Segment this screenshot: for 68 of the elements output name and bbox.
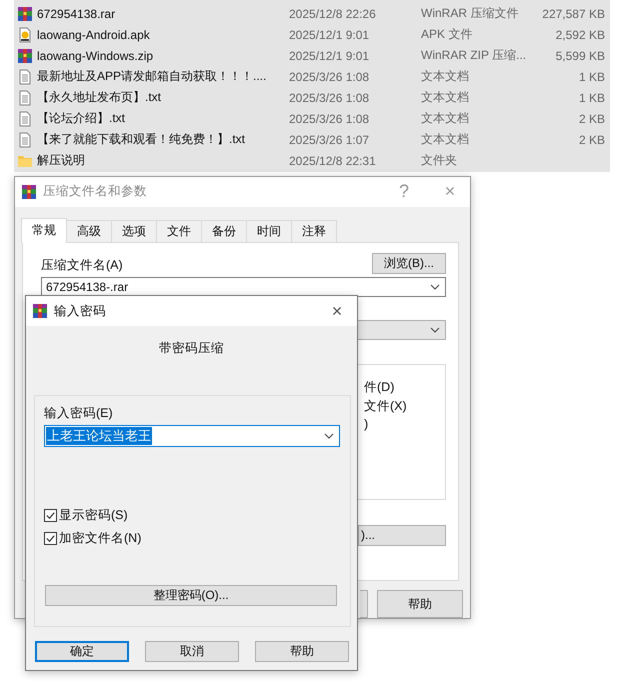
field-label: 压缩文件名(A) [41, 256, 123, 274]
dialog-button[interactable]: 确定 [35, 641, 129, 662]
file-name: 【论坛介绍】.txt [37, 110, 126, 127]
file-date: 2025/12/8 22:26 [289, 6, 377, 20]
tab[interactable]: 常规 [21, 218, 67, 243]
android-package-icon [17, 26, 33, 42]
file-name: 最新地址及APP请发邮箱自动获取！！！.... [37, 68, 268, 85]
option-label: 文件(X) [363, 398, 408, 415]
archive-books-icon [17, 6, 33, 22]
file-date: 2025/12/1 9:01 [289, 28, 370, 42]
dialog-heading: 带密码压缩 [158, 340, 225, 357]
option-label: ) [363, 416, 370, 433]
checkbox[interactable] [44, 509, 57, 522]
text-document-icon [17, 68, 33, 84]
file-name: 【来了就能下载和观看！纯免费！】.txt [37, 131, 246, 148]
archive-books-icon [32, 303, 48, 319]
filename-combo[interactable]: 672954138-.rar [41, 276, 446, 297]
file-name: 解压说明 [37, 152, 86, 169]
file-date: 2025/12/1 9:01 [289, 48, 370, 62]
text-document-icon [17, 132, 33, 148]
file-name: laowang-Android.apk [37, 28, 151, 42]
archive-books-icon [21, 184, 37, 200]
file-type: 文件夹 [421, 152, 458, 169]
dropdown-field[interactable] [357, 320, 446, 340]
checkbox-label: 加密文件名(N) [59, 530, 142, 547]
file-name: laowang-Windows.zip [37, 48, 154, 62]
file-type: WinRAR 压缩文件 [421, 5, 520, 22]
file-size: 2,592 KB [554, 28, 605, 42]
file-size: 227,587 KB [541, 6, 605, 20]
file-date: 2025/12/8 22:31 [289, 154, 377, 168]
file-type: 文本文档 [421, 110, 470, 127]
partial-button[interactable]: )... [358, 524, 446, 546]
file-size: 1 KB [578, 70, 605, 84]
window-title: 压缩文件名和参数 [43, 183, 148, 200]
file-name: 672954138.rar [37, 6, 116, 20]
dialog-button[interactable]: 帮助 [255, 641, 349, 662]
file-date: 2025/3/26 1:08 [289, 112, 370, 126]
file-type: APK 文件 [421, 26, 474, 43]
checkbox[interactable] [44, 532, 57, 545]
check-icon [45, 510, 56, 521]
file-name: 【永久地址发布页】.txt [37, 89, 162, 106]
checkbox-label: 显示密码(S) [59, 507, 128, 524]
window-title: 输入密码 [54, 302, 107, 320]
file-size: 2 KB [578, 132, 605, 146]
manage-passwords-button[interactable]: 整理密码(O)... [45, 585, 337, 606]
option-label: 件(D) [363, 378, 396, 396]
text-document-icon [17, 110, 33, 126]
password-combo[interactable]: 上老王论坛当老王 [44, 425, 340, 447]
tab[interactable]: 注释 [291, 220, 337, 242]
check-icon [45, 533, 56, 544]
file-size: 1 KB [578, 90, 605, 104]
file-type: 文本文档 [421, 89, 470, 106]
file-type: WinRAR ZIP 压缩... [421, 47, 528, 64]
file-date: 2025/3/26 1:08 [289, 70, 370, 84]
help-button[interactable]: 帮助 [377, 590, 463, 618]
file-type: 文本文档 [421, 131, 470, 148]
archive-books-icon [17, 48, 33, 64]
text-document-icon [17, 90, 33, 106]
file-size: 2 KB [578, 112, 605, 126]
file-type: 文本文档 [421, 68, 470, 85]
dialog-button[interactable]: 取消 [145, 641, 239, 662]
file-date: 2025/3/26 1:07 [289, 132, 370, 146]
selected-text: 上老王论坛当老王 [46, 427, 152, 445]
browse-button[interactable]: 浏览(B)... [372, 252, 446, 274]
field-label: 输入密码(E) [44, 405, 114, 422]
close-button[interactable]: × [317, 300, 357, 322]
file-date: 2025/3/26 1:08 [289, 90, 370, 104]
file-size: 5,599 KB [554, 48, 605, 62]
